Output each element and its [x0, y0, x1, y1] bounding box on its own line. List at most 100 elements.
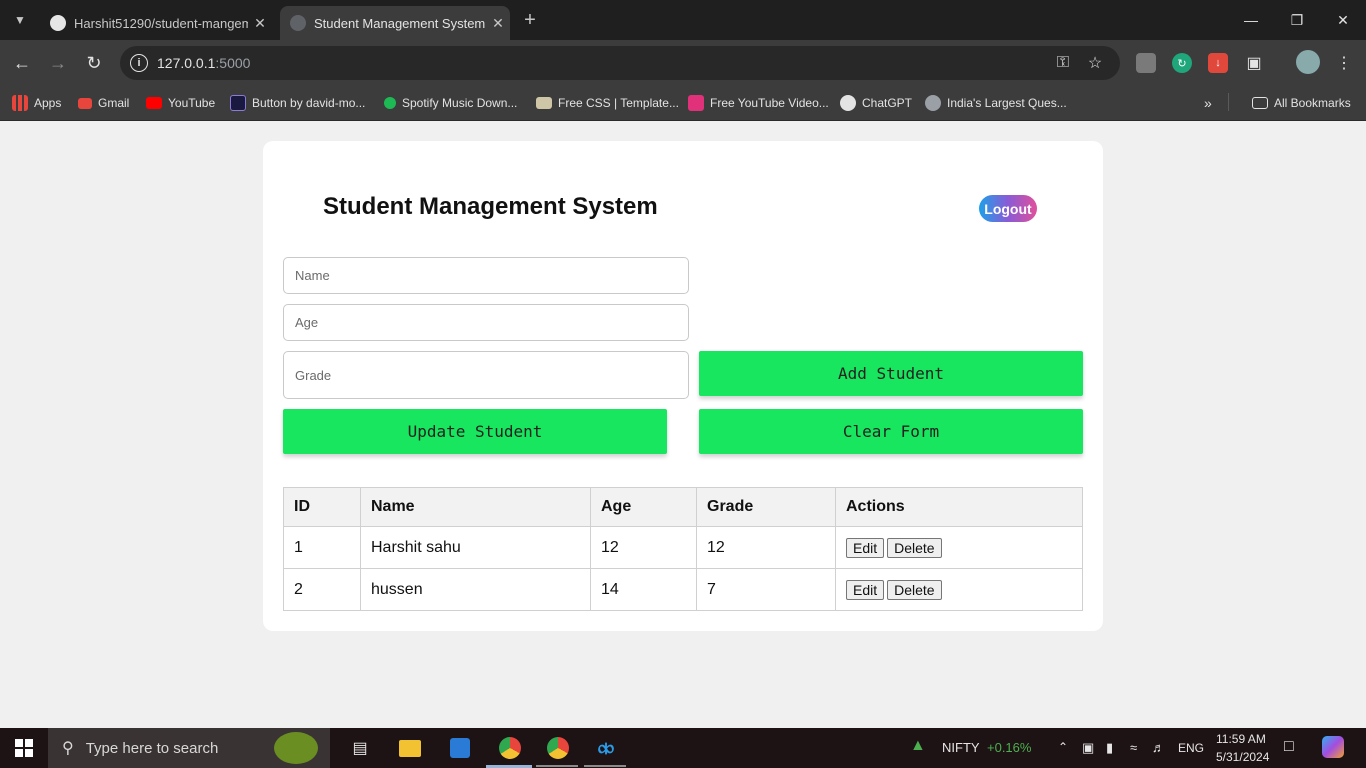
- forward-arrow-icon[interactable]: →: [45, 50, 71, 76]
- bookmark-gmail[interactable]: Gmail: [78, 93, 129, 113]
- tab-search-chevron-icon[interactable]: ▼: [8, 8, 32, 32]
- vscode-icon[interactable]: ⧞: [594, 736, 618, 760]
- cell-id: 2: [283, 568, 361, 611]
- microsoft-store-icon[interactable]: [448, 736, 472, 760]
- back-arrow-icon[interactable]: ←: [9, 50, 35, 76]
- table-row: 2 hussen 14 7 Edit Delete: [283, 568, 1083, 611]
- minimize-icon[interactable]: —: [1228, 0, 1274, 40]
- reload-icon[interactable]: ↻: [81, 50, 107, 76]
- volume-icon[interactable]: ♬: [1152, 740, 1165, 755]
- bookmark-label: Apps: [34, 96, 62, 110]
- bookmark-label: Free CSS | Template...: [558, 96, 679, 110]
- battery-icon[interactable]: ▮: [1106, 740, 1113, 756]
- url-text[interactable]: 127.0.0.1:5000: [157, 55, 250, 71]
- bookmark-apps[interactable]: Apps: [12, 93, 61, 113]
- column-header-age: Age: [590, 487, 697, 527]
- bookmark-label: YouTube: [168, 96, 216, 110]
- app-card: Student Management System Logout Name Ag…: [263, 141, 1103, 631]
- close-tab-icon[interactable]: ✕: [486, 15, 510, 32]
- name-input[interactable]: Name: [283, 257, 689, 294]
- nifty-label[interactable]: NIFTY: [942, 740, 980, 755]
- key-icon[interactable]: ⚿: [1054, 54, 1072, 72]
- page-viewport: Student Management System Logout Name Ag…: [0, 121, 1366, 728]
- cell-grade: 7: [696, 568, 836, 611]
- globe-icon: [290, 15, 306, 31]
- gmail-icon: [78, 97, 92, 109]
- new-tab-icon[interactable]: +: [518, 8, 542, 32]
- logout-button[interactable]: Logout: [979, 195, 1037, 222]
- bookmark-label: All Bookmarks: [1274, 96, 1351, 110]
- meet-now-icon[interactable]: ▣: [1082, 740, 1094, 756]
- cell-actions: Edit Delete: [835, 568, 1083, 611]
- extension-icon[interactable]: [1136, 53, 1156, 73]
- task-view-icon[interactable]: ▤: [348, 736, 372, 760]
- language-indicator[interactable]: ENG: [1178, 741, 1204, 755]
- copilot-icon[interactable]: [1322, 736, 1344, 758]
- chrome-profile-icon[interactable]: [498, 736, 522, 760]
- chevron-up-icon[interactable]: ⌃: [1058, 740, 1068, 754]
- bookmark-label: Gmail: [98, 96, 130, 110]
- bookmark-free-css[interactable]: Free CSS | Template...: [536, 93, 679, 113]
- clock-date[interactable]: 5/31/2024: [1216, 750, 1269, 764]
- bookmark-label: Free YouTube Video...: [710, 96, 829, 110]
- apps-grid-icon: [12, 95, 28, 111]
- update-student-button[interactable]: Update Student: [283, 409, 667, 454]
- column-header-name: Name: [360, 487, 591, 527]
- bookmark-label: India's Largest Ques...: [947, 96, 1067, 110]
- more-menu-icon[interactable]: ⋮: [1334, 53, 1354, 73]
- tab-strip: ▼ Harshit51290/student-mangem ✕ Student …: [0, 0, 1366, 40]
- close-window-icon[interactable]: ✕: [1320, 0, 1366, 40]
- avocado-icon: [274, 732, 318, 764]
- bookmark-label: Spotify Music Down...: [402, 96, 518, 110]
- tab-student-management[interactable]: Student Management System ✕: [280, 6, 510, 40]
- close-tab-icon[interactable]: ✕: [248, 15, 272, 32]
- delete-button[interactable]: Delete: [887, 537, 942, 558]
- all-bookmarks[interactable]: All Bookmarks: [1252, 93, 1351, 113]
- restore-icon[interactable]: ❐: [1274, 0, 1320, 40]
- search-icon: ⚲: [62, 740, 74, 757]
- bookmark-chatgpt[interactable]: ChatGPT: [840, 93, 912, 113]
- extension-download-icon[interactable]: ↓: [1208, 53, 1228, 73]
- bookmark-star-icon[interactable]: ☆: [1086, 54, 1104, 72]
- taskbar-search[interactable]: ⚲ Type here to search: [48, 728, 330, 768]
- wifi-icon[interactable]: ≈: [1130, 740, 1137, 755]
- extension-refresh-icon[interactable]: ↻: [1172, 53, 1192, 73]
- css-icon: [536, 97, 552, 109]
- browser-toolbar: ← → ↻ i 127.0.0.1:5000 ⚿ ☆ ↻ ↓ ▣ ⋮: [0, 40, 1366, 86]
- bookmark-youtube[interactable]: YouTube: [146, 93, 215, 113]
- address-bar[interactable]: i 127.0.0.1:5000 ⚿ ☆: [120, 46, 1120, 80]
- edit-button[interactable]: Edit: [846, 537, 885, 558]
- nifty-change[interactable]: +0.16%: [987, 740, 1031, 755]
- delete-button[interactable]: Delete: [887, 579, 942, 600]
- bookmark-button-by-david[interactable]: Button by david-mo...: [230, 93, 365, 113]
- more-bookmarks-chevron-icon[interactable]: »: [1204, 93, 1212, 113]
- tab-github[interactable]: Harshit51290/student-mangem ✕: [40, 6, 272, 40]
- divider: [1228, 93, 1229, 111]
- grade-input[interactable]: Grade: [283, 351, 689, 399]
- windows-start-icon[interactable]: [12, 736, 36, 760]
- tab-title: Student Management System: [314, 15, 486, 31]
- chrome-icon[interactable]: [546, 736, 570, 760]
- clock-time[interactable]: 11:59 AM: [1216, 732, 1266, 746]
- bookmark-spotify[interactable]: Spotify Music Down...: [384, 93, 517, 113]
- bookmark-indias-largest[interactable]: India's Largest Ques...: [925, 93, 1067, 113]
- github-icon: [50, 15, 66, 31]
- file-explorer-icon[interactable]: [398, 736, 422, 760]
- url-port: :5000: [215, 55, 251, 71]
- site-info-icon[interactable]: i: [130, 54, 148, 72]
- notification-icon[interactable]: □: [1284, 738, 1294, 756]
- column-header-actions: Actions: [835, 487, 1083, 527]
- puzzle-icon[interactable]: ▣: [1244, 53, 1264, 73]
- table-header-row: ID Name Age Grade Actions: [283, 487, 1083, 527]
- bookmark-free-youtube-video[interactable]: Free YouTube Video...: [688, 93, 829, 113]
- clear-form-button[interactable]: Clear Form: [699, 409, 1083, 454]
- column-header-grade: Grade: [696, 487, 836, 527]
- add-student-button[interactable]: Add Student: [699, 351, 1083, 396]
- cell-grade: 12: [696, 526, 836, 569]
- age-input[interactable]: Age: [283, 304, 689, 341]
- cell-age: 12: [590, 526, 697, 569]
- bookmark-label: ChatGPT: [862, 96, 913, 110]
- avatar[interactable]: [1296, 50, 1320, 74]
- cell-name: Harshit sahu: [360, 526, 591, 569]
- edit-button[interactable]: Edit: [846, 579, 885, 600]
